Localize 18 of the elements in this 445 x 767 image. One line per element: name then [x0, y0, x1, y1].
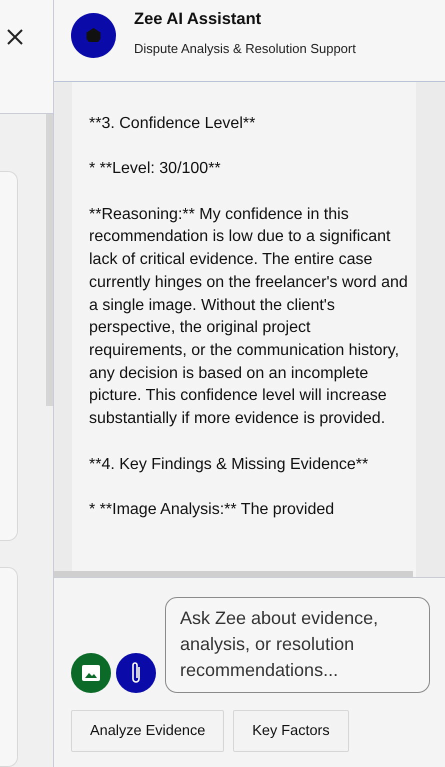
close-icon[interactable] — [6, 28, 24, 46]
image-icon — [82, 665, 100, 681]
bot-avatar-icon — [71, 13, 116, 58]
attach-button[interactable] — [116, 653, 156, 693]
message-text: * **Level: 30/100** — [89, 159, 222, 180]
message-text: **4. Key Findings & Missing Evidence** — [89, 454, 370, 474]
quick-action-button[interactable]: Key Factors — [233, 710, 349, 752]
assistant-subtitle: Dispute Analysis & Resolution Support — [134, 41, 356, 56]
message-input[interactable]: Ask Zee about evidence, analysis, or resolution recommendations... — [165, 597, 430, 693]
quick-action-button[interactable]: Analyze Evidence — [71, 710, 224, 752]
scrollbar[interactable] — [54, 571, 413, 577]
message-text: * **Image Analysis:** The provided — [89, 500, 336, 520]
message-text: **Reasoning:** My confidence in this recommendation is low due to a significant lack of critical evidence. The entire case currently hinges on the freelancer's word and a single image. Without the client's perspective, the original project requirements, or the communication history, any decision is based on an incomplete picture. This confidence level will increase substantially if more evidence is provided. — [89, 204, 409, 430]
scrollbar[interactable] — [46, 114, 53, 406]
assistant-name: Zee AI Assistant — [134, 10, 262, 29]
message-text: **3. Confidence Level** — [89, 114, 256, 134]
paperclip-icon — [130, 661, 142, 685]
image-upload-button[interactable] — [71, 653, 111, 693]
